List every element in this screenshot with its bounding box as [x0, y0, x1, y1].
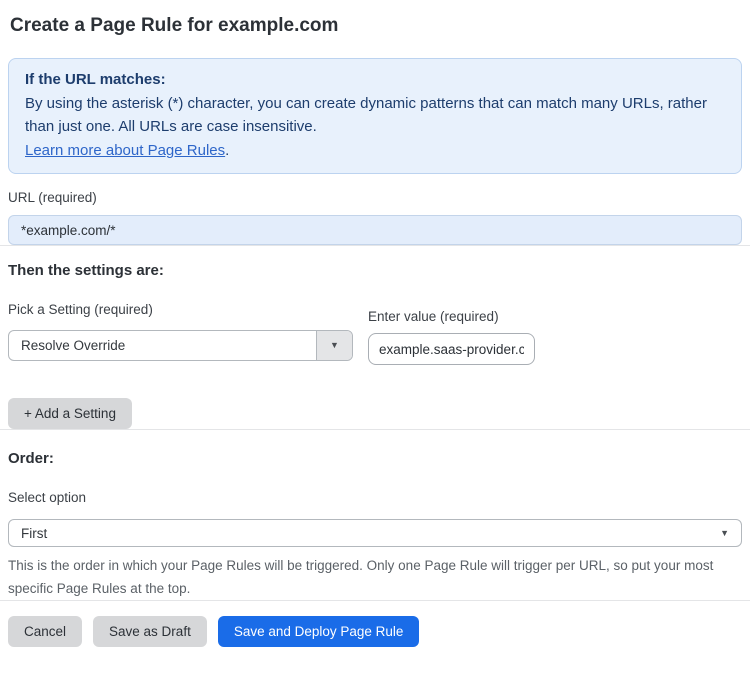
save-and-deploy-button[interactable]: Save and Deploy Page Rule	[217, 616, 420, 647]
setting-dropdown-value: Resolve Override	[21, 338, 126, 353]
info-heading: If the URL matches:	[25, 71, 166, 88]
order-select-value: First	[21, 525, 48, 541]
settings-section-heading: Then the settings are:	[8, 262, 164, 279]
order-select-label: Select option	[8, 490, 87, 505]
url-field-label: URL (required)	[8, 190, 97, 205]
link-suffix: .	[225, 141, 230, 159]
value-field-label: Enter value (required)	[368, 309, 499, 324]
order-section-heading: Order:	[8, 450, 54, 467]
form-actions: Cancel Save as Draft Save and Deploy Pag…	[8, 616, 742, 647]
save-as-draft-button[interactable]: Save as Draft	[93, 616, 207, 647]
section-divider	[0, 429, 750, 430]
chevron-down-icon: ▼	[330, 340, 339, 350]
learn-more-link[interactable]: Learn more about Page Rules	[25, 142, 225, 159]
setting-value-input[interactable]	[368, 333, 535, 365]
url-input[interactable]	[8, 215, 742, 245]
chevron-down-icon: ▼	[720, 527, 729, 538]
setting-select-label: Pick a Setting (required)	[8, 302, 153, 317]
info-link-line: Learn more about Page Rules.	[25, 139, 725, 163]
section-divider	[0, 600, 750, 601]
order-help-text: This is the order in which your Page Rul…	[8, 558, 714, 596]
info-body: By using the asterisk (*) character, you…	[25, 94, 707, 136]
settings-row: Pick a Setting (required) Resolve Overri…	[8, 302, 742, 365]
page-title: Create a Page Rule for example.com	[10, 15, 339, 36]
url-match-info-callout: If the URL matches: By using the asteris…	[8, 58, 742, 174]
setting-dropdown-arrow-button[interactable]: ▼	[316, 331, 352, 360]
setting-value-column: Enter value (required)	[368, 309, 535, 365]
order-select[interactable]: First ▼	[8, 519, 742, 547]
add-setting-button[interactable]: + Add a Setting	[8, 398, 132, 429]
setting-select-column: Pick a Setting (required) Resolve Overri…	[8, 302, 368, 361]
cancel-button[interactable]: Cancel	[8, 616, 83, 647]
section-divider	[0, 245, 750, 246]
create-page-rule-form: Create a Page Rule for example.com If th…	[0, 13, 750, 647]
setting-dropdown[interactable]: Resolve Override ▼	[8, 330, 353, 361]
